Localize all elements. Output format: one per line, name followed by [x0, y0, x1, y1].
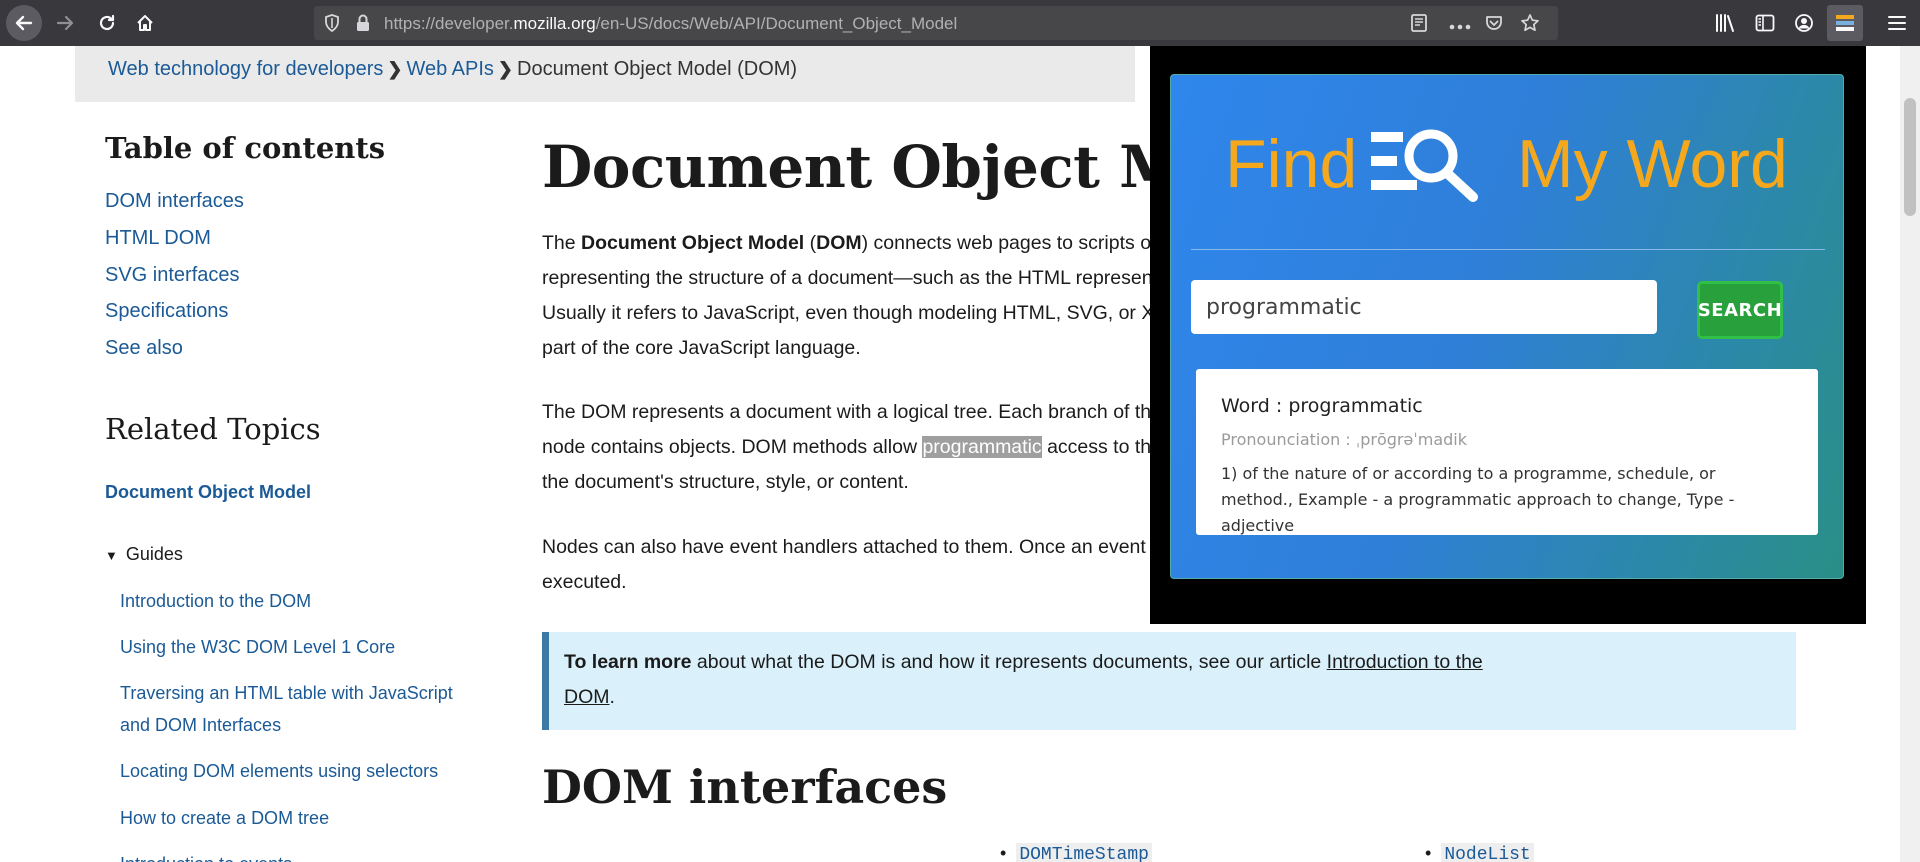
intro-to-dom-link[interactable]: Introduction to the — [1327, 651, 1483, 673]
highlighted-word: programmatic — [922, 436, 1042, 458]
chevron-right-icon: ❯ — [497, 59, 513, 79]
breadcrumb-current: Document Object Model (DOM) — [517, 58, 798, 80]
arrow-left-icon — [14, 13, 34, 33]
divider — [1191, 249, 1825, 250]
toc-title: Table of contents — [105, 131, 386, 165]
learn-more-note: To learn more about what the DOM is and … — [542, 632, 1796, 730]
interface-link[interactable]: NodeList — [1441, 843, 1534, 862]
find-my-word-icon — [1834, 12, 1856, 34]
account-icon — [1794, 13, 1814, 33]
hamburger-icon — [1888, 15, 1906, 31]
toc-link-see-also[interactable]: See also — [105, 337, 183, 360]
reader-view-icon[interactable] — [1409, 13, 1429, 38]
find-my-word-logo: Find My Word — [1171, 120, 1845, 210]
guide-link[interactable]: Using the W3C DOM Level 1 Core — [120, 631, 480, 663]
lock-icon[interactable] — [354, 13, 372, 38]
guides-label: Guides — [125, 544, 183, 564]
pocket-icon[interactable] — [1484, 13, 1504, 38]
forward-button[interactable] — [48, 6, 82, 40]
intro-line: part of the core JavaScript language. — [542, 337, 861, 359]
arrow-right-icon — [55, 13, 75, 33]
guide-link[interactable]: Traversing an HTML table with JavaScript — [120, 677, 480, 709]
reload-button[interactable] — [90, 6, 124, 40]
tree-paragraph-line: the document's structure, style, or cont… — [542, 471, 909, 493]
back-button[interactable] — [6, 5, 42, 41]
toc-link-dom-interfaces[interactable]: DOM interfaces — [105, 190, 244, 213]
list-item: • NodeList — [1425, 843, 1534, 862]
page-actions-icon[interactable] — [1449, 18, 1471, 36]
breadcrumb-link-web-apis[interactable]: Web APIs — [406, 58, 493, 80]
logo-search-icon — [1371, 126, 1487, 207]
browser-toolbar: https://developer.mozilla.org/en-US/docs… — [0, 0, 1920, 46]
intro-to-dom-link-continued[interactable]: DOM — [564, 686, 610, 708]
sidebar-button[interactable] — [1748, 6, 1782, 40]
shield-icon[interactable] — [322, 13, 342, 38]
guide-link[interactable]: Introduction to events — [120, 848, 480, 862]
url-bar[interactable]: https://developer.mozilla.org/en-US/docs… — [314, 6, 1558, 40]
result-definition: 1) of the nature of or according to a pr… — [1221, 464, 1735, 535]
word-search-input[interactable] — [1191, 280, 1657, 334]
scrollbar-thumb[interactable] — [1904, 98, 1916, 216]
logo-text-my-word: My Word — [1517, 126, 1788, 202]
sidebar-icon — [1755, 14, 1775, 32]
page-scrollbar[interactable] — [1900, 46, 1920, 862]
triangle-down-icon: ▼ — [105, 548, 118, 563]
logo-text-find: Find — [1225, 126, 1358, 202]
breadcrumb-link-web-technology[interactable]: Web technology for developers — [108, 58, 383, 80]
result-pronunciation: Pronounciation : ˌprōɡrəˈmadik — [1221, 430, 1468, 449]
library-icon — [1714, 13, 1736, 33]
breadcrumb-bar: Web technology for developers ❯ Web APIs ❯ D… — [75, 46, 1135, 102]
interface-link[interactable]: DOMTimeStamp — [1016, 843, 1152, 862]
list-item: • DOMTimeStamp — [1000, 843, 1152, 862]
menu-button[interactable] — [1880, 6, 1914, 40]
account-button[interactable] — [1787, 6, 1821, 40]
related-topic-active[interactable]: Document Object Model — [105, 482, 311, 503]
result-card: Word : programmatic Pronounciation : ˌpr… — [1196, 369, 1818, 535]
star-icon[interactable] — [1520, 13, 1540, 38]
related-topics-title: Related Topics — [105, 412, 321, 446]
guide-link[interactable]: How to create a DOM tree — [120, 802, 480, 834]
result-word: Word : programmatic — [1221, 395, 1423, 417]
events-paragraph-line: executed. — [542, 571, 627, 593]
guide-link[interactable]: Introduction to the DOM — [120, 585, 480, 617]
note-line: DOM. — [564, 686, 615, 708]
library-button[interactable] — [1708, 6, 1742, 40]
guide-link[interactable]: Locating DOM elements using selectors — [120, 755, 480, 787]
extension-popup: Find My Word SEARCH Word : programmatic … — [1150, 46, 1866, 624]
search-button[interactable]: SEARCH — [1697, 281, 1783, 339]
reload-icon — [97, 13, 117, 33]
guides-toggle[interactable]: ▼ Guides — [105, 544, 183, 565]
guide-link-continued[interactable]: and DOM Interfaces — [120, 709, 480, 741]
chevron-right-icon: ❯ — [387, 59, 403, 79]
home-button[interactable] — [128, 6, 162, 40]
breadcrumb: Web technology for developers ❯ Web APIs ❯ D… — [108, 58, 797, 81]
home-icon — [135, 13, 155, 33]
url-text[interactable]: https://developer.mozilla.org/en-US/docs… — [384, 14, 957, 34]
find-my-word-extension-button[interactable] — [1827, 5, 1863, 41]
find-my-word-card: Find My Word SEARCH Word : programmatic … — [1170, 74, 1844, 579]
toc-link-svg-interfaces[interactable]: SVG interfaces — [105, 264, 240, 287]
toc-link-html-dom[interactable]: HTML DOM — [105, 227, 211, 250]
section-heading-dom-interfaces: DOM interfaces — [542, 760, 948, 814]
toc-link-specifications[interactable]: Specifications — [105, 300, 228, 323]
note-line: To learn more about what the DOM is and … — [564, 651, 1483, 673]
